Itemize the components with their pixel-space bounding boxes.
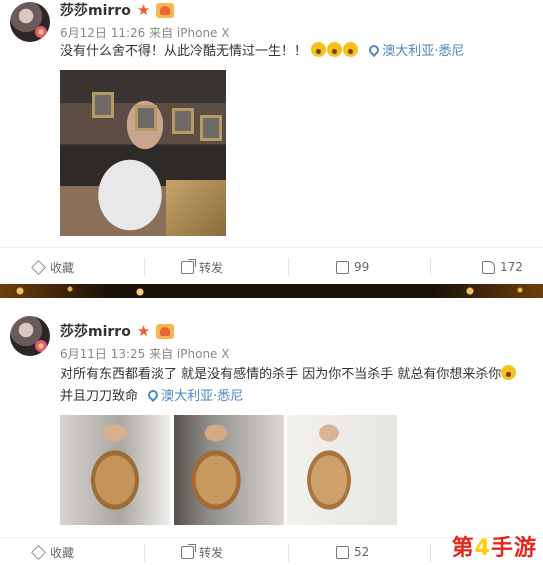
repost-icon xyxy=(181,258,196,274)
location-link[interactable]: 澳大利亚·悉尼 xyxy=(142,387,244,404)
post-text-content: 对所有东西都看淡了 就是没有感情的杀手 因为你不当杀手 就总有你想来杀你 xyxy=(60,367,502,382)
repost-label: 转发 xyxy=(199,545,224,560)
watermark-number: 4 xyxy=(474,536,491,561)
user-name-row: 莎莎mirro ★ xyxy=(60,321,175,341)
flower-icon xyxy=(35,26,47,38)
vip-badge-icon[interactable] xyxy=(156,323,175,339)
favorite-label: 收藏 xyxy=(50,545,75,560)
watermark-logo: 第4手游 xyxy=(452,530,537,562)
location-label: 澳大利亚·悉尼 xyxy=(382,44,465,59)
post-meta: 6月12日 11:26 来自 iPhone X xyxy=(60,26,230,40)
location-pin-icon xyxy=(146,387,161,403)
location-link[interactable]: 澳大利亚·悉尼 xyxy=(363,42,465,59)
user-name-row: 莎莎mirro ★ xyxy=(60,0,175,20)
action-divider xyxy=(288,544,289,562)
favorite-icon xyxy=(31,259,46,275)
comment-button[interactable]: 52 xyxy=(336,538,369,565)
vip-badge-icon[interactable] xyxy=(156,2,175,18)
watermark-prefix: 第 xyxy=(451,536,475,561)
user-name[interactable]: 莎莎mirro xyxy=(60,0,131,20)
action-divider xyxy=(430,544,431,562)
comment-count: 52 xyxy=(354,545,370,559)
action-divider xyxy=(430,258,431,276)
emoji-icon xyxy=(311,42,327,57)
decorative-banner xyxy=(0,284,543,298)
post-image[interactable] xyxy=(60,415,170,525)
flower-icon xyxy=(35,340,47,352)
mirror-frame xyxy=(200,115,222,141)
like-icon xyxy=(482,260,495,274)
star-icon: ★ xyxy=(136,321,151,340)
user-avatar[interactable] xyxy=(10,316,50,356)
post-text-content: 没有什么舍不得！从此冷酷无情过一生！！ xyxy=(60,44,308,59)
like-count: 172 xyxy=(500,260,523,274)
repost-button[interactable]: 转发 xyxy=(181,248,223,286)
favorite-button[interactable]: 收藏 xyxy=(31,248,75,286)
post-image[interactable] xyxy=(60,70,226,236)
emoji-icon xyxy=(343,42,359,57)
favorite-icon xyxy=(31,544,46,560)
post-text: 对所有东西都看淡了 就是没有感情的杀手 因为你不当杀手 就总有你想来杀你 xyxy=(60,364,517,386)
watermark-suffix: 手游 xyxy=(490,536,537,561)
mirror-reflection xyxy=(166,180,226,236)
location-pin-icon xyxy=(367,42,382,58)
user-name[interactable]: 莎莎mirro xyxy=(60,321,131,341)
comment-icon xyxy=(336,260,349,274)
comment-button[interactable]: 99 xyxy=(336,248,369,286)
favorite-button[interactable]: 收藏 xyxy=(31,538,75,565)
repost-icon xyxy=(181,543,196,559)
repost-button[interactable]: 转发 xyxy=(181,538,223,565)
favorite-label: 收藏 xyxy=(50,260,75,275)
post-actions: 收藏 转发 99 172 xyxy=(0,247,543,285)
action-divider xyxy=(288,258,289,276)
action-divider xyxy=(144,544,145,562)
emoji-icon xyxy=(501,365,517,380)
comment-count: 99 xyxy=(354,260,370,274)
comment-icon xyxy=(336,545,349,559)
post-text: 没有什么舍不得！从此冷酷无情过一生！！ 澳大利亚·悉尼 xyxy=(60,41,464,63)
mirror-frame xyxy=(92,92,114,118)
action-divider xyxy=(144,258,145,276)
mirror-frame xyxy=(135,105,157,131)
post-text-content: 并且刀刀致命 xyxy=(60,389,139,404)
location-label: 澳大利亚·悉尼 xyxy=(161,389,244,404)
weibo-post-1: 莎莎mirro ★ 6月12日 11:26 来自 iPhone X 没有什么舍不… xyxy=(0,0,543,284)
post-text-line2: 并且刀刀致命 澳大利亚·悉尼 xyxy=(60,386,243,408)
star-icon: ★ xyxy=(136,0,151,19)
post-image[interactable] xyxy=(287,415,397,525)
like-button[interactable]: 172 xyxy=(482,248,523,286)
mirror-frame xyxy=(172,108,194,134)
user-avatar[interactable] xyxy=(10,2,50,42)
post-meta: 6月11日 13:25 来自 iPhone X xyxy=(60,347,230,361)
post-image[interactable] xyxy=(174,415,284,525)
repost-label: 转发 xyxy=(199,260,224,275)
emoji-icon xyxy=(327,42,343,57)
